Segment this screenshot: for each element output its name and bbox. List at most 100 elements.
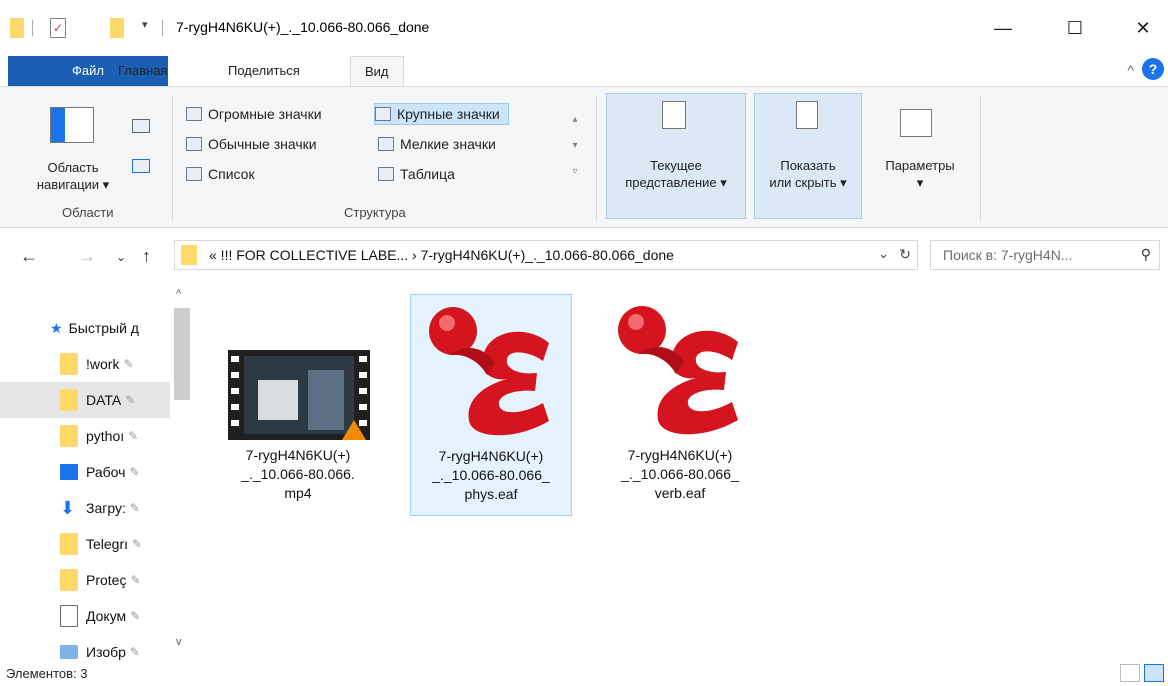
address-bar[interactable]: « !!! FOR COLLECTIVE LABE... › 7-rygH4N6… [174, 240, 918, 270]
sidebar-item-data[interactable]: DATA ✎ [0, 382, 170, 418]
ribbon-tabs: Файл Главная Поделиться Вид ^ ? [0, 54, 1168, 86]
title-bar: ✓ ▾ 7-rygH4N6KU(+)_._10.066-80.066_done … [0, 0, 1168, 52]
pin-icon: ✎ [130, 609, 141, 623]
pin-icon: ✎ [129, 501, 140, 515]
scroll-up-icon[interactable]: ^ [176, 288, 181, 300]
layout-scroll-icon[interactable]: ▴ ▾ ▿ [568, 107, 582, 185]
tab-view[interactable]: Вид [350, 56, 404, 86]
folder-icon [10, 18, 24, 38]
folder-icon [60, 533, 78, 555]
pin-icon: ✎ [125, 393, 136, 407]
desktop-icon [60, 464, 78, 480]
sidebar-item-python[interactable]: pythoı ✎ [0, 418, 170, 454]
file-item-mp4[interactable]: 7-rygH4N6KU(+) _._10.066-80.066. mp4 [218, 294, 378, 516]
group-label-structure: Структура [344, 205, 406, 220]
tab-home[interactable]: Главная [104, 56, 181, 86]
sidebar-item-proteg[interactable]: Proteç ✎ [0, 562, 170, 598]
properties-icon[interactable]: ✓ [50, 18, 66, 38]
forward-arrow-icon[interactable]: → [78, 246, 96, 267]
star-icon: ★ [50, 319, 63, 336]
file-name-line3: phys.eaf [464, 486, 518, 502]
scroll-thumb[interactable] [174, 308, 190, 400]
layout-list[interactable]: Список [186, 163, 255, 185]
maximize-button[interactable]: ☐ [1052, 10, 1098, 46]
tab-share[interactable]: Поделиться [214, 56, 314, 86]
ribbon: Область навигации ▾ Области Огромные зна… [0, 86, 1168, 228]
refresh-icon[interactable]: ↻ [899, 246, 911, 263]
address-dropdown-icon[interactable]: ⌄ [878, 246, 889, 262]
medium-icons-icon [186, 137, 202, 151]
search-input[interactable]: Поиск в: 7-rygH4N... ⚲ [930, 240, 1160, 270]
sidebar-item-desktop[interactable]: Рабоч ✎ [0, 454, 170, 490]
back-arrow-icon[interactable]: ← [20, 246, 38, 267]
pin-icon: ✎ [129, 645, 140, 659]
minimize-button[interactable]: — [980, 10, 1026, 46]
options-button[interactable]: Параметры ▾ [868, 157, 972, 191]
customize-quick-access-icon[interactable]: ▾ [142, 18, 148, 38]
layout-large-icons[interactable]: Крупные значки [374, 103, 509, 125]
file-name-line1: 7-rygH4N6KU(+) [438, 448, 544, 464]
pin-icon: ✎ [128, 429, 139, 443]
pin-icon: ✎ [130, 573, 141, 587]
group-label-areas: Области [62, 205, 114, 220]
new-folder-icon[interactable] [110, 18, 124, 38]
details-view-icon[interactable] [1120, 664, 1140, 682]
pin-icon: ✎ [132, 537, 143, 551]
sidebar-scrollbar[interactable]: ^ v [170, 288, 194, 660]
file-name-line1: 7-rygH4N6KU(+) [245, 447, 351, 463]
file-item-verb-eaf[interactable]: 7-rygH4N6KU(+) _._10.066-80.066_ verb.ea… [600, 294, 760, 516]
sidebar-item-work[interactable]: !work ✎ [0, 346, 170, 382]
folder-icon [60, 569, 78, 591]
navigation-pane-icon[interactable] [50, 107, 94, 143]
file-name-line3: mp4 [284, 485, 312, 501]
current-view-icon [662, 101, 686, 129]
file-name-line3: verb.eaf [654, 485, 706, 501]
layout-medium-icons[interactable]: Обычные значки [186, 133, 317, 155]
sidebar-item-documents[interactable]: Докум ✎ [0, 598, 170, 634]
details-pane-icon[interactable] [132, 159, 150, 173]
file-name-line1: 7-rygH4N6KU(+) [627, 447, 733, 463]
divider [172, 95, 173, 221]
file-name-line2: _._10.066-80.066. [241, 466, 355, 482]
divider [32, 20, 33, 36]
file-name-line2: _._10.066-80.066_ [432, 467, 550, 483]
current-view-label: Текущее представление ▾ [625, 158, 727, 190]
small-icons-icon [378, 137, 394, 151]
sidebar-item-telegram[interactable]: Telegrı ✎ [0, 526, 170, 562]
window-title: 7-rygH4N6KU(+)_._10.066-80.066_done [176, 19, 430, 35]
navigation-pane-button[interactable]: Область навигации ▾ [18, 159, 128, 193]
collapse-ribbon-icon[interactable]: ^ [1127, 62, 1134, 78]
sidebar-item-downloads[interactable]: ⬇ Загру: ✎ [0, 490, 170, 526]
file-item-phys-eaf[interactable]: 7-rygH4N6KU(+) _._10.066-80.066_ phys.ea… [410, 294, 572, 516]
divider [980, 95, 981, 221]
elan-file-icon [618, 306, 738, 435]
pin-icon: ✎ [123, 357, 134, 371]
large-icons-view-icon[interactable] [1144, 664, 1164, 682]
folder-icon [60, 425, 78, 447]
navigation-pane: ★ Быстрый д !work ✎ DATA ✎ pythoı ✎ Рабоч ✎ … [0, 288, 194, 660]
folder-icon [60, 353, 78, 375]
layout-details[interactable]: Таблица [378, 163, 455, 185]
help-icon[interactable]: ? [1142, 58, 1164, 80]
close-button[interactable]: ✕ [1120, 10, 1166, 46]
up-arrow-icon[interactable]: ↑ [142, 246, 151, 267]
layout-small-icons[interactable]: Мелкие значки [378, 133, 496, 155]
show-hide-icon [796, 101, 818, 129]
sidebar-item-quick-access[interactable]: ★ Быстрый д [0, 310, 170, 346]
options-icon[interactable] [900, 109, 932, 137]
divider [596, 95, 597, 221]
sidebar-item-pictures[interactable]: Изобр ✎ [0, 634, 170, 660]
recent-locations-icon[interactable]: ⌄ [116, 250, 126, 264]
scroll-down-icon[interactable]: v [176, 636, 182, 648]
search-placeholder: Поиск в: 7-rygH4N... [943, 247, 1073, 263]
video-file-icon [228, 350, 370, 440]
download-arrow-icon: ⬇ [60, 497, 76, 518]
preview-pane-icon[interactable] [132, 119, 150, 133]
details-icon [378, 167, 394, 181]
document-icon [60, 605, 78, 627]
layout-extra-large-icons[interactable]: Огромные значки [186, 103, 322, 125]
view-toggle [1120, 664, 1164, 682]
divider [162, 20, 163, 36]
elan-file-icon [429, 307, 549, 436]
search-icon[interactable]: ⚲ [1141, 246, 1151, 263]
